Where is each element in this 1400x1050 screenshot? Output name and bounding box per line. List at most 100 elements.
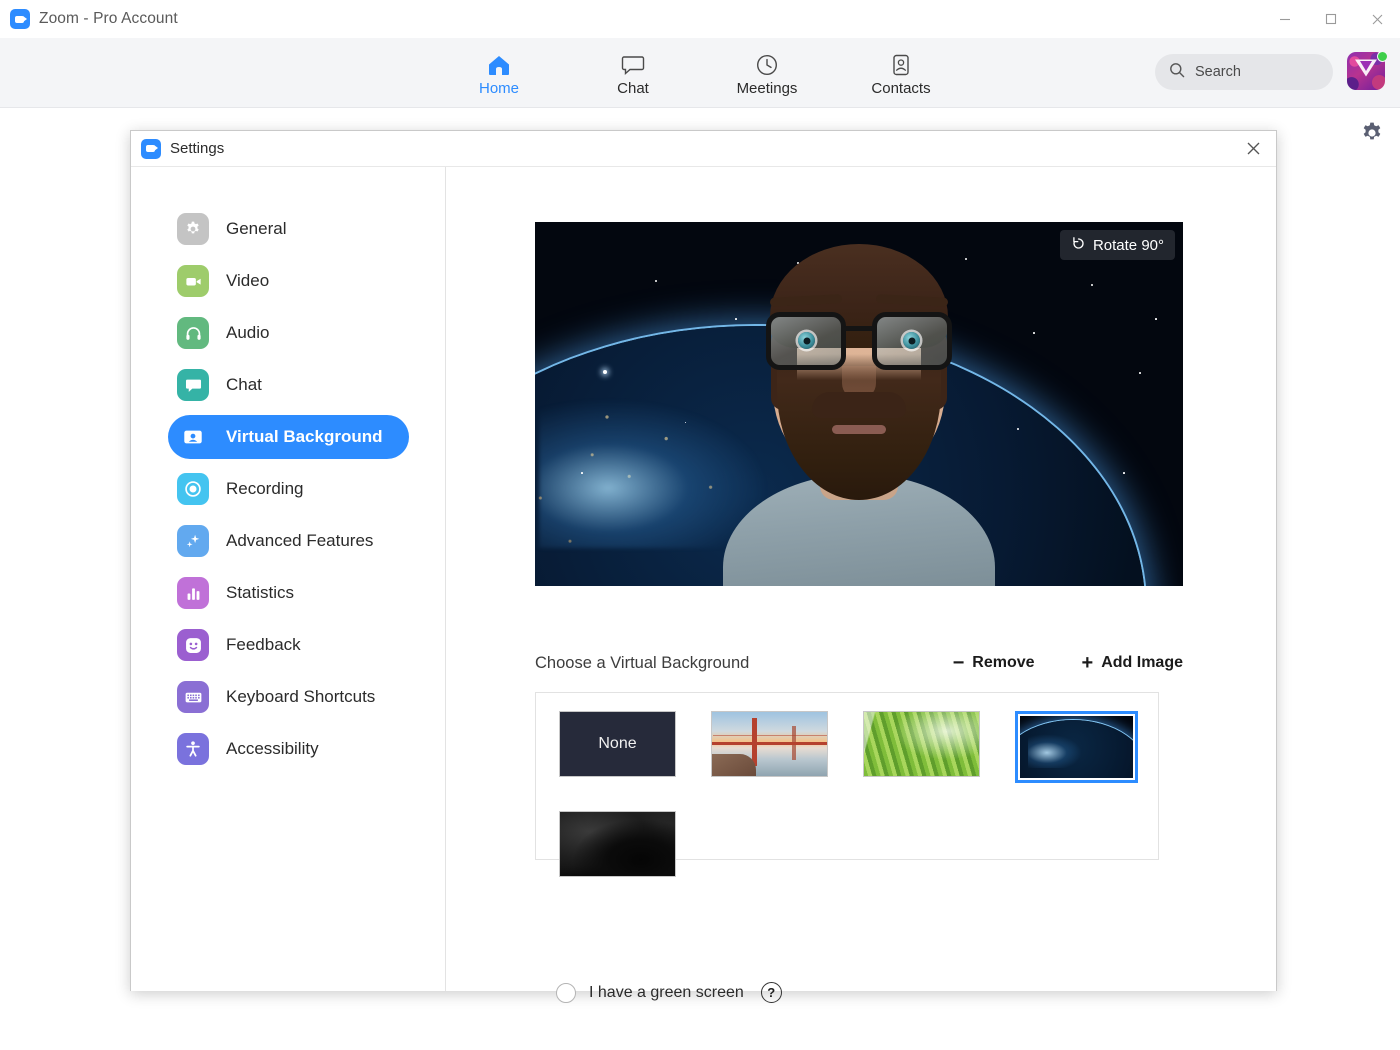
person-mustache [812, 392, 906, 418]
settings-zoom-logo-icon [141, 138, 161, 159]
sidebar-item-advanced-features-label: Advanced Features [226, 531, 374, 550]
person-mouth [832, 425, 886, 434]
add-image-button[interactable]: + Add Image [1082, 653, 1183, 673]
sidebar-item-general-label: General [226, 219, 287, 238]
sidebar-item-audio-label: Audio [226, 323, 270, 342]
background-thumb-bridge[interactable] [711, 711, 828, 777]
help-icon[interactable]: ? [760, 982, 782, 1003]
status-badge [1377, 51, 1388, 62]
background-thumb-grass[interactable] [863, 711, 980, 777]
background-thumb-space[interactable] [1015, 711, 1138, 783]
app-titlebar-left: Zoom - Pro Account [0, 9, 178, 29]
background-thumb-space-image [1020, 716, 1133, 778]
tab-meetings[interactable]: Meetings [730, 48, 804, 97]
search-icon [1169, 62, 1185, 83]
chat-bubble-icon [621, 52, 645, 77]
headphones-icon [177, 317, 209, 349]
tab-contacts[interactable]: Contacts [864, 48, 938, 97]
self-view-person [709, 222, 1009, 586]
bridge-rocks [712, 754, 756, 776]
settings-dialog-body: General Video Audio Chat Virtual Backgro… [131, 167, 1276, 1003]
tab-chat-label: Chat [617, 80, 649, 97]
background-thumb-none[interactable]: None [559, 711, 676, 777]
avatar-v-inner [1360, 61, 1372, 72]
settings-dialog: Settings General Video Audio Chat Virtua… [130, 130, 1277, 1003]
sidebar-item-audio[interactable]: Audio [168, 311, 409, 355]
sidebar-item-feedback-label: Feedback [226, 635, 301, 654]
bridge-tower [792, 726, 796, 760]
tab-contacts-label: Contacts [871, 80, 931, 97]
settings-dialog-title: Settings [170, 140, 225, 157]
smiley-face-icon [177, 629, 209, 661]
sidebar-item-chat[interactable]: Chat [168, 363, 409, 407]
tab-home-label: Home [478, 80, 519, 97]
gear-icon [177, 213, 209, 245]
background-thumb-dark-smoke[interactable] [559, 811, 676, 877]
remove-button[interactable]: − Remove [953, 653, 1035, 673]
settings-close-icon[interactable] [1230, 131, 1276, 166]
record-circle-icon [177, 473, 209, 505]
video-preview: Rotate 90° [535, 222, 1183, 586]
sidebar-item-video-label: Video [226, 271, 270, 290]
sidebar-item-virtual-background[interactable]: Virtual Background [168, 415, 409, 459]
person-card-icon [177, 421, 209, 453]
contact-card-icon [890, 52, 912, 77]
minimize-icon[interactable] [1262, 0, 1308, 38]
app-title: Zoom - Pro Account [39, 10, 178, 27]
settings-dialog-titlebar: Settings [131, 131, 1276, 167]
rotate-90-button[interactable]: Rotate 90° [1059, 230, 1175, 260]
close-icon[interactable] [1354, 0, 1400, 38]
tab-chat[interactable]: Chat [596, 48, 670, 97]
avatar[interactable] [1347, 51, 1388, 92]
maximize-icon[interactable] [1308, 0, 1354, 38]
add-image-button-label: Add Image [1101, 654, 1183, 671]
sidebar-item-general[interactable]: General [168, 207, 409, 251]
sidebar-item-recording-label: Recording [226, 479, 304, 498]
minus-icon: − [952, 652, 965, 674]
tab-meetings-label: Meetings [736, 80, 798, 97]
background-thumbnails-panel: None [535, 692, 1159, 877]
person-eye-right [903, 332, 920, 349]
green-screen-label: I have a green screen [589, 983, 744, 1001]
clock-icon [755, 52, 779, 77]
sidebar-item-virtual-background-label: Virtual Background [226, 427, 383, 446]
background-thumb-none-label: None [598, 735, 637, 752]
search-area [1155, 54, 1333, 90]
keyboard-icon [177, 681, 209, 713]
rotate-ccw-icon [1071, 236, 1086, 255]
gear-icon[interactable] [1358, 119, 1386, 147]
sidebar-item-advanced-features[interactable]: Advanced Features [168, 519, 409, 563]
remove-button-label: Remove [972, 654, 1035, 671]
background-thumbnail-row: None [559, 711, 1158, 877]
main-navbar: Home Chat Meetings Contacts Search [0, 38, 1400, 108]
choose-background-label: Choose a Virtual Background [535, 653, 750, 672]
chat-bubble-icon [177, 369, 209, 401]
background-actions: − Remove + Add Image [953, 653, 1183, 673]
glasses-bridge [843, 326, 875, 331]
person-eye-left [798, 332, 815, 349]
sidebar-item-feedback[interactable]: Feedback [168, 623, 409, 667]
tab-home[interactable]: Home [462, 48, 536, 97]
sidebar-item-recording[interactable]: Recording [168, 467, 409, 511]
accessibility-icon [177, 733, 209, 765]
sidebar-item-keyboard-shortcuts[interactable]: Keyboard Shortcuts [168, 675, 409, 719]
rotate-90-label: Rotate 90° [1092, 236, 1164, 254]
window-controls [1262, 0, 1400, 38]
search-input[interactable] [1195, 64, 1315, 80]
sidebar-item-statistics-label: Statistics [226, 583, 295, 602]
sparkles-icon [177, 525, 209, 557]
settings-main-panel: Rotate 90° Choose a Virtual Background −… [446, 167, 1276, 1003]
sidebar-item-accessibility[interactable]: Accessibility [168, 727, 409, 771]
sidebar-item-video[interactable]: Video [168, 259, 409, 303]
video-camera-icon [177, 265, 209, 297]
sidebar-item-statistics[interactable]: Statistics [168, 571, 409, 615]
sidebar-item-chat-label: Chat [226, 375, 262, 394]
home-icon [487, 52, 511, 77]
plus-icon: + [1081, 652, 1094, 674]
green-screen-row: I have a green screen ? [556, 982, 782, 1003]
green-screen-checkbox[interactable] [556, 982, 576, 1003]
search-box[interactable] [1155, 54, 1333, 90]
sidebar-item-keyboard-shortcuts-label: Keyboard Shortcuts [226, 687, 376, 706]
choose-background-row: Choose a Virtual Background − Remove + A… [535, 648, 1183, 678]
settings-sidebar: General Video Audio Chat Virtual Backgro… [131, 167, 446, 991]
